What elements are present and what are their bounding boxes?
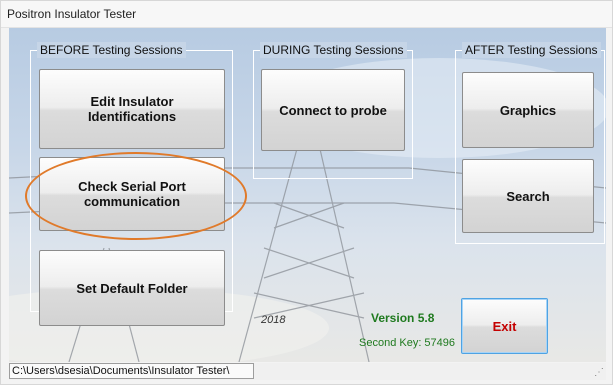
connect-to-probe-label: Connect to probe	[279, 102, 387, 118]
second-key-label: Second Key: 57496	[359, 337, 456, 349]
year-label: 2018	[261, 314, 286, 326]
version-label: Version 5.8	[371, 311, 435, 325]
window-title: Positron Insulator Tester	[7, 7, 137, 21]
status-bar: C:\Users\dsesia\Documents\Insulator Test…	[9, 363, 606, 380]
resize-grip-icon[interactable]: ⋰	[594, 367, 604, 378]
check-serial-port-label: Check Serial Port communication	[78, 179, 186, 209]
exit-button[interactable]: Exit	[461, 298, 548, 354]
before-group-title: BEFORE Testing Sessions	[37, 42, 186, 58]
after-group-title: AFTER Testing Sessions	[462, 42, 601, 58]
search-label: Search	[506, 188, 550, 204]
edit-insulator-identifications-label: Edit Insulator Identifications	[87, 94, 177, 124]
status-path-field: C:\Users\dsesia\Documents\Insulator Test…	[9, 363, 254, 379]
exit-label: Exit	[492, 318, 517, 334]
main-panel: BEFORE Testing Sessions Edit Insulator I…	[9, 28, 606, 362]
set-default-folder-label: Set Default Folder	[76, 280, 188, 296]
set-default-folder-button[interactable]: Set Default Folder	[39, 250, 225, 326]
title-bar[interactable]: Positron Insulator Tester	[1, 1, 612, 28]
graphics-button[interactable]: Graphics	[462, 72, 594, 148]
connect-to-probe-button[interactable]: Connect to probe	[261, 69, 405, 151]
search-button[interactable]: Search	[462, 159, 594, 233]
graphics-label: Graphics	[499, 102, 557, 118]
app-window: Positron Insulator Tester BEFORE Testing…	[0, 0, 613, 385]
edit-insulator-identifications-button[interactable]: Edit Insulator Identifications	[39, 69, 225, 149]
during-group-title: DURING Testing Sessions	[260, 42, 407, 58]
check-serial-port-button[interactable]: Check Serial Port communication	[39, 157, 225, 231]
